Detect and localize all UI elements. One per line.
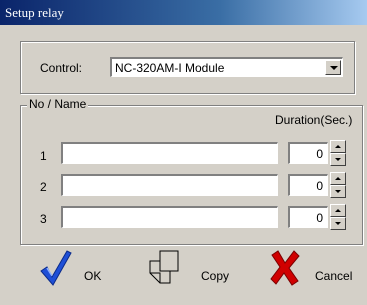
duration-header: Duration(Sec.)	[275, 113, 353, 127]
control-select[interactable]: NC-320AM-I Module	[110, 57, 343, 77]
title-bar[interactable]: Setup relay	[0, 0, 367, 25]
arrow-down-icon	[335, 190, 341, 193]
arrow-up-icon	[335, 209, 341, 212]
relay-duration-spinner[interactable]	[330, 204, 346, 230]
relays-group-legend: No / Name	[27, 97, 89, 111]
checkmark-icon	[40, 250, 72, 286]
window-title: Setup relay	[5, 5, 64, 20]
spin-down-button[interactable]	[330, 217, 346, 230]
relay-row-number: 3	[40, 212, 47, 226]
copy-button[interactable]: Copy	[148, 247, 238, 295]
relay-duration-spinner[interactable]	[330, 140, 346, 166]
setup-relay-dialog: Setup relay Control: NC-320AM-I Module N…	[0, 0, 367, 305]
relay-duration-value: 0	[316, 147, 323, 161]
arrow-up-icon	[335, 177, 341, 180]
cancel-x-icon	[270, 250, 300, 286]
relay-row-number: 1	[40, 149, 47, 163]
dropdown-button[interactable]	[325, 60, 341, 75]
relay-row-number: 2	[40, 180, 47, 194]
cancel-button[interactable]: Cancel	[268, 247, 364, 295]
relay-duration-input[interactable]: 0	[288, 174, 328, 196]
spin-down-button[interactable]	[330, 153, 346, 166]
relay-name-input[interactable]	[61, 206, 278, 228]
control-select-value: NC-320AM-I Module	[115, 61, 225, 75]
arrow-up-icon	[335, 145, 341, 148]
arrow-down-icon	[335, 222, 341, 225]
relay-duration-value: 0	[316, 211, 323, 225]
relay-name-input[interactable]	[61, 174, 278, 196]
relay-name-input[interactable]	[61, 142, 278, 164]
arrow-down-icon	[335, 158, 341, 161]
relay-duration-input[interactable]: 0	[288, 142, 328, 164]
ok-button[interactable]: OK	[38, 247, 118, 295]
chevron-down-icon	[330, 66, 338, 70]
spin-down-button[interactable]	[330, 185, 346, 198]
spin-up-button[interactable]	[330, 172, 346, 185]
copy-icon	[149, 250, 179, 284]
relay-duration-spinner[interactable]	[330, 172, 346, 198]
spin-up-button[interactable]	[330, 140, 346, 153]
relay-duration-value: 0	[316, 179, 323, 193]
copy-label: Copy	[201, 269, 230, 283]
ok-label: OK	[84, 269, 102, 283]
cancel-label: Cancel	[315, 269, 353, 283]
relay-duration-input[interactable]: 0	[288, 206, 328, 228]
control-label: Control:	[40, 61, 83, 75]
spin-up-button[interactable]	[330, 204, 346, 217]
